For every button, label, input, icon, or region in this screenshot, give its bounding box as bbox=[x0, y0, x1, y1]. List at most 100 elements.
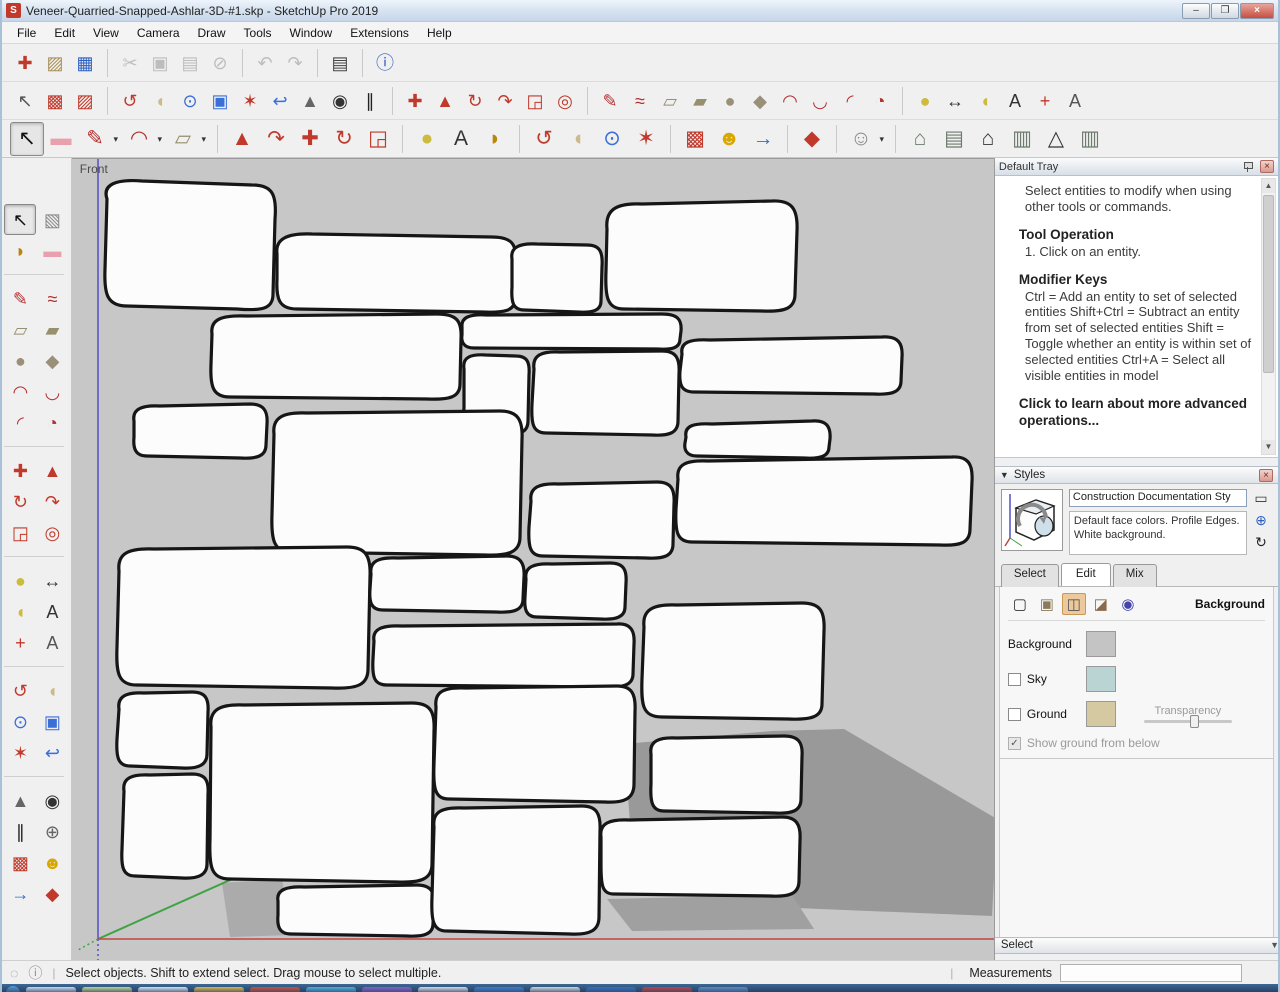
menu-extensions[interactable]: Extensions bbox=[341, 23, 418, 43]
select-cursor-icon[interactable]: ↖ bbox=[10, 86, 40, 116]
styles-close-icon[interactable]: × bbox=[1259, 469, 1273, 482]
view-front-button[interactable]: ⌂ bbox=[971, 122, 1005, 156]
rotated-rectangle-tool[interactable]: ▰ bbox=[685, 86, 715, 116]
stone-block[interactable] bbox=[277, 234, 516, 312]
extension-warehouse-icon[interactable]: ◆ bbox=[36, 878, 68, 909]
move-tool[interactable]: ✚ bbox=[400, 86, 430, 116]
learn-more-link[interactable]: Click to learn about more advanced opera… bbox=[1019, 396, 1254, 430]
windows-taskbar[interactable] bbox=[2, 984, 1278, 992]
select-tool[interactable]: ↖ bbox=[10, 122, 44, 156]
menu-view[interactable]: View bbox=[84, 23, 128, 43]
minimize-button[interactable]: – bbox=[1182, 3, 1210, 19]
zoom-extents-tool[interactable]: ✶ bbox=[235, 86, 265, 116]
create-style-button[interactable]: ⊕ bbox=[1255, 513, 1267, 527]
view-right-button[interactable]: ▥ bbox=[1005, 122, 1039, 156]
shapes-tool[interactable]: ▱▾ bbox=[166, 122, 200, 156]
menu-file[interactable]: File bbox=[8, 23, 45, 43]
protractor-tool[interactable]: ◖ bbox=[970, 86, 1000, 116]
instructor-scrollbar[interactable]: ▲ ▼ bbox=[1261, 178, 1276, 455]
polygon-tool[interactable]: ◆ bbox=[745, 86, 775, 116]
3d-warehouse-icon[interactable]: ▩ bbox=[4, 847, 36, 878]
walk-tool[interactable]: ∥ bbox=[4, 816, 36, 847]
stone-block[interactable] bbox=[432, 806, 600, 934]
zoom-tool[interactable]: ⊙ bbox=[4, 706, 36, 737]
eraser-tool[interactable]: ▬ bbox=[36, 235, 68, 266]
pie-tool[interactable]: ◔ bbox=[36, 407, 68, 438]
stone-block[interactable] bbox=[211, 314, 461, 399]
polygon-tool[interactable]: ◆ bbox=[36, 345, 68, 376]
stone-block[interactable] bbox=[134, 404, 267, 458]
erase-button[interactable]: ⊘ bbox=[205, 48, 235, 78]
line-tool[interactable]: ✎▾ bbox=[78, 122, 112, 156]
pie-tool[interactable]: ◔ bbox=[865, 86, 895, 116]
stone-block[interactable] bbox=[462, 314, 681, 349]
show-ground-checkbox[interactable]: ✓ bbox=[1008, 737, 1021, 750]
taskbar-app-button[interactable] bbox=[586, 987, 636, 992]
stone-block[interactable] bbox=[105, 181, 276, 310]
taskbar-app-button[interactable] bbox=[530, 987, 580, 992]
taskbar-app-button[interactable] bbox=[698, 987, 748, 992]
stone-block[interactable] bbox=[676, 457, 972, 545]
freehand-tool[interactable]: ≈ bbox=[625, 86, 655, 116]
text-tool[interactable]: A bbox=[444, 122, 478, 156]
offset-tool[interactable]: ◎ bbox=[550, 86, 580, 116]
tape-measure-tool[interactable]: ● bbox=[4, 565, 36, 596]
circle-tool[interactable]: ● bbox=[715, 86, 745, 116]
send-to-layout-icon[interactable]: → bbox=[746, 122, 780, 156]
stone-block[interactable] bbox=[373, 624, 634, 687]
stone-block[interactable] bbox=[434, 686, 635, 802]
taskbar-app-button[interactable] bbox=[474, 987, 524, 992]
restore-button[interactable]: ❐ bbox=[1211, 3, 1239, 19]
select-panel-bar[interactable]: Select ▼ bbox=[995, 937, 1278, 954]
taskbar-app-button[interactable] bbox=[26, 987, 76, 992]
eraser-tool[interactable]: ▬ bbox=[44, 122, 78, 156]
geolocation-icon[interactable]: ◌ bbox=[10, 965, 18, 981]
sky-color-swatch[interactable] bbox=[1086, 666, 1116, 692]
open-button[interactable]: ▨ bbox=[40, 48, 70, 78]
tape-measure-tool[interactable]: ● bbox=[910, 86, 940, 116]
view-back-button[interactable]: △ bbox=[1039, 122, 1073, 156]
sky-checkbox[interactable] bbox=[1008, 673, 1021, 686]
pan-tool[interactable]: ◖ bbox=[561, 122, 595, 156]
menu-edit[interactable]: Edit bbox=[45, 23, 84, 43]
push-pull-tool[interactable]: ▲ bbox=[225, 122, 259, 156]
push-pull-tool[interactable]: ▲ bbox=[430, 86, 460, 116]
dropdown-caret-icon[interactable]: ▾ bbox=[879, 134, 884, 145]
model-viewport[interactable]: Front bbox=[72, 158, 994, 960]
stone-block[interactable] bbox=[532, 351, 679, 435]
freehand-tool[interactable]: ≈ bbox=[36, 283, 68, 314]
stone-block[interactable] bbox=[272, 411, 522, 555]
rotate-tool[interactable]: ↻ bbox=[460, 86, 490, 116]
text-tool[interactable]: A bbox=[36, 596, 68, 627]
cut-button[interactable]: ✂ bbox=[115, 48, 145, 78]
view-iso-button[interactable]: ⌂ bbox=[903, 122, 937, 156]
dropdown-caret-icon[interactable]: ▾ bbox=[113, 134, 118, 145]
taskbar-app-button[interactable] bbox=[82, 987, 132, 992]
stone-block[interactable] bbox=[601, 817, 800, 896]
offset-tool[interactable]: ◎ bbox=[36, 517, 68, 548]
dimension-tool[interactable]: ↔ bbox=[36, 565, 68, 596]
scroll-down-icon[interactable]: ▼ bbox=[1262, 440, 1275, 454]
stone-block[interactable] bbox=[529, 482, 674, 558]
select-tool[interactable]: ↖ bbox=[4, 204, 36, 235]
zoom-window-tool[interactable]: ▣ bbox=[36, 706, 68, 737]
background-color-swatch[interactable] bbox=[1086, 631, 1116, 657]
face-settings-icon[interactable]: ▣ bbox=[1035, 593, 1059, 615]
two-point-arc-tool[interactable]: ◡ bbox=[805, 86, 835, 116]
transparency-slider[interactable] bbox=[1144, 720, 1232, 723]
move-tool[interactable]: ✚ bbox=[293, 122, 327, 156]
previous-view-tool[interactable]: ↩ bbox=[265, 86, 295, 116]
update-style-button[interactable]: ↻ bbox=[1255, 535, 1267, 549]
scale-tool[interactable]: ◲ bbox=[361, 122, 395, 156]
rectangle-tool[interactable]: ▱ bbox=[655, 86, 685, 116]
measurements-input[interactable] bbox=[1060, 964, 1242, 982]
axes-tool[interactable]: + bbox=[1030, 86, 1060, 116]
collapse-arrow-icon[interactable]: ▼ bbox=[1000, 470, 1009, 480]
text-tool[interactable]: A bbox=[1000, 86, 1030, 116]
zoom-extents-tool[interactable]: ✶ bbox=[4, 737, 36, 768]
dimension-tool[interactable]: ↔ bbox=[940, 86, 970, 116]
stone-block[interactable] bbox=[606, 201, 797, 311]
stone-block[interactable] bbox=[512, 244, 602, 312]
style-thumbnail[interactable] bbox=[1001, 489, 1063, 551]
rotated-rectangle-tool[interactable]: ▰ bbox=[36, 314, 68, 345]
